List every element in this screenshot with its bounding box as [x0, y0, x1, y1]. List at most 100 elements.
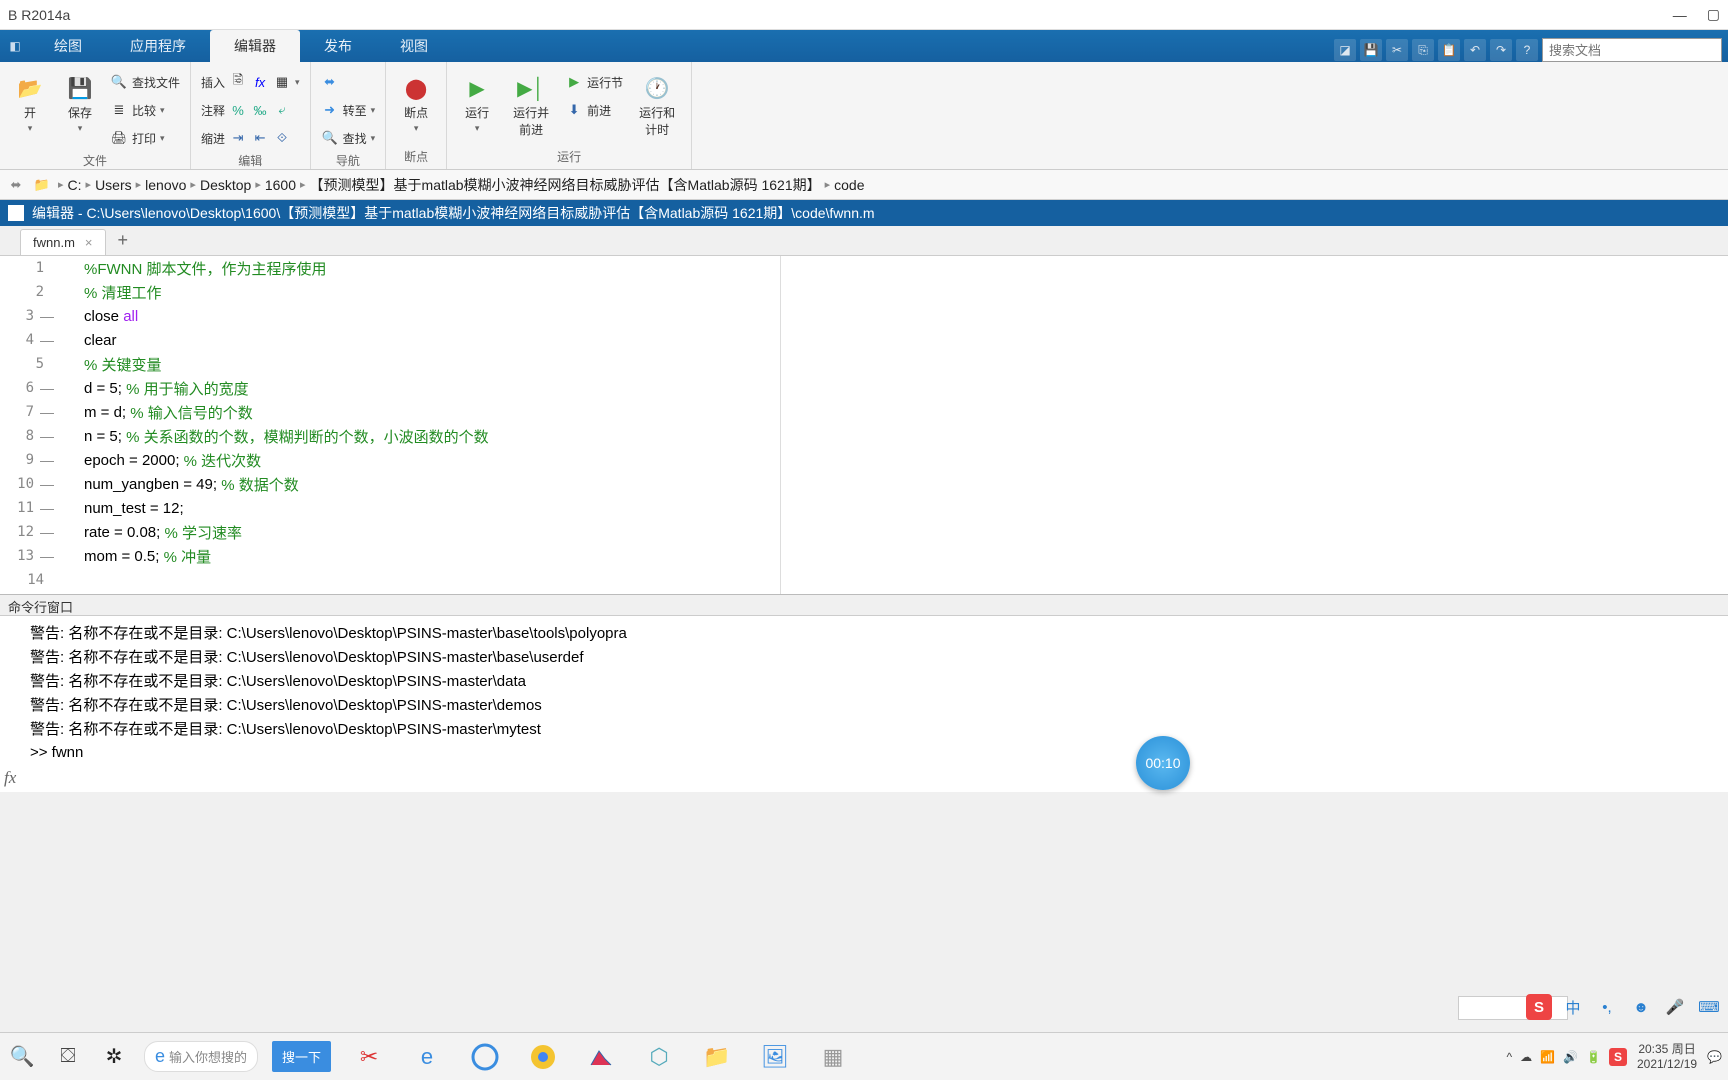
- code-line[interactable]: % 清理工作: [60, 280, 1728, 304]
- ime-voice-icon[interactable]: 🎤: [1662, 994, 1688, 1020]
- compare-button[interactable]: ≣比较▾: [108, 98, 182, 122]
- tray-wifi-icon[interactable]: 📶: [1540, 1050, 1555, 1064]
- start-icon[interactable]: 🔍: [6, 1041, 38, 1073]
- app-generic1[interactable]: ⬡: [641, 1039, 677, 1075]
- app-ie[interactable]: e: [409, 1039, 445, 1075]
- code-line[interactable]: %FWNN 脚本文件，作为主程序使用: [60, 256, 1728, 280]
- crumb[interactable]: Users: [95, 177, 132, 193]
- ime-emoji-icon[interactable]: ☻: [1628, 994, 1654, 1020]
- tab-plot[interactable]: 绘图: [30, 30, 106, 62]
- crumb[interactable]: code: [834, 177, 864, 193]
- code-line[interactable]: close all: [60, 304, 1728, 328]
- nav-arrow-button[interactable]: ⬌: [319, 70, 378, 94]
- code-line[interactable]: n = 5; % 关系函数的个数，模糊判断的个数，小波函数的个数: [60, 424, 1728, 448]
- indent-icon: ⇥: [229, 129, 247, 147]
- clock[interactable]: 20:35 周日 2021/12/19: [1637, 1042, 1697, 1071]
- code-body[interactable]: %FWNN 脚本文件，作为主程序使用% 清理工作close allclear% …: [60, 256, 1728, 594]
- folder-icon[interactable]: 📁: [32, 175, 52, 195]
- redo-icon[interactable]: ↷: [1490, 39, 1512, 61]
- run-section-button[interactable]: ▶运行节: [563, 70, 625, 94]
- crumb[interactable]: C:: [68, 177, 82, 193]
- app-generic2[interactable]: ▦: [815, 1039, 851, 1075]
- cut-icon[interactable]: ✂: [1386, 39, 1408, 61]
- code-line[interactable]: num_yangben = 49; % 数据个数: [60, 472, 1728, 496]
- crumb[interactable]: Desktop: [200, 177, 251, 193]
- tab-apps[interactable]: 应用程序: [106, 30, 210, 62]
- crumb[interactable]: lenovo: [145, 177, 186, 193]
- tab-publish[interactable]: 发布: [300, 30, 376, 62]
- run-time-button[interactable]: 🕐 运行和 计时: [631, 70, 683, 142]
- code-line[interactable]: mom = 0.5; % 冲量: [60, 544, 1728, 568]
- run-advance-button[interactable]: ▶│ 运行并 前进: [505, 70, 557, 142]
- editor-title-bar: 编辑器 - C:\Users\lenovo\Desktop\1600\【预测模型…: [0, 200, 1728, 226]
- app-explorer[interactable]: 📁: [699, 1039, 735, 1075]
- advance-button[interactable]: ⬇前进: [563, 98, 625, 122]
- crumb[interactable]: 1600: [265, 177, 296, 193]
- code-line[interactable]: % 关键变量: [60, 352, 1728, 376]
- breakpoints-button[interactable]: ⬤ 断点 ▾: [394, 70, 438, 138]
- code-line[interactable]: epoch = 2000; % 迭代次数: [60, 448, 1728, 472]
- back-arrow-icon[interactable]: ⬌: [6, 175, 26, 195]
- line-number: 7—: [0, 400, 60, 424]
- obs-icon[interactable]: ✲: [98, 1041, 130, 1073]
- insert-button[interactable]: 插入 🗟 fx ▦▾: [199, 70, 302, 94]
- tray-chevron-icon[interactable]: ^: [1506, 1050, 1512, 1064]
- cmd-line: 警告: 名称不存在或不是目录: C:\Users\lenovo\Desktop\…: [30, 716, 1724, 740]
- app-photos[interactable]: 🖼: [757, 1039, 793, 1075]
- code-line[interactable]: [60, 568, 1728, 592]
- tab-editor[interactable]: 编辑器: [210, 30, 300, 62]
- group-label: 文件: [8, 152, 182, 169]
- tray-battery-icon[interactable]: 🔋: [1586, 1050, 1601, 1064]
- close-tab-icon[interactable]: ×: [85, 235, 93, 250]
- paste-icon[interactable]: 📋: [1438, 39, 1460, 61]
- code-line[interactable]: m = d; % 输入信号的个数: [60, 400, 1728, 424]
- add-tab-button[interactable]: +: [108, 226, 139, 255]
- code-editor[interactable]: 1 2 3—4—5 6—7—8—9—10—11—12—13—14 %FWNN 脚…: [0, 256, 1728, 594]
- ime-keyboard-icon[interactable]: ⌨: [1696, 994, 1722, 1020]
- print-button[interactable]: 🖨打印▾: [108, 126, 182, 150]
- maximize-button[interactable]: ▢: [1707, 6, 1720, 23]
- comment-button[interactable]: 注释 % ‰ ⤶: [199, 98, 302, 122]
- taskbar-search[interactable]: e 输入你想搜的: [144, 1041, 258, 1072]
- undo-icon[interactable]: ↶: [1464, 39, 1486, 61]
- save-icon[interactable]: 💾: [1360, 39, 1382, 61]
- crumb[interactable]: 【预测模型】基于matlab模糊小波神经网络目标威胁评估【含Matlab源码 1…: [310, 175, 821, 195]
- code-line[interactable]: d = 5; % 用于输入的宽度: [60, 376, 1728, 400]
- qa-icon[interactable]: ◧: [6, 37, 24, 55]
- task-view-icon[interactable]: ⛋: [52, 1041, 84, 1073]
- notifications-icon[interactable]: 💬: [1707, 1050, 1722, 1064]
- command-window[interactable]: 警告: 名称不存在或不是目录: C:\Users\lenovo\Desktop\…: [0, 616, 1728, 792]
- search-go-button[interactable]: 搜一下: [272, 1041, 331, 1072]
- open-button[interactable]: 📂 开 ▾: [8, 70, 52, 138]
- minimize-button[interactable]: —: [1673, 7, 1687, 23]
- ime-toolbar: S 中 •, ☻ 🎤 ⌨: [1526, 992, 1722, 1022]
- ime-lang[interactable]: 中: [1560, 994, 1586, 1020]
- app-matlab[interactable]: [583, 1039, 619, 1075]
- app-snip[interactable]: ✂: [351, 1039, 387, 1075]
- run-button[interactable]: ▶ 运行 ▾: [455, 70, 499, 138]
- tray-volume-icon[interactable]: 🔊: [1563, 1050, 1578, 1064]
- goto-button[interactable]: ➜转至▾: [319, 98, 378, 122]
- line-number: 4—: [0, 328, 60, 352]
- app-edge[interactable]: [467, 1039, 503, 1075]
- find-files-button[interactable]: 🔍查找文件: [108, 70, 182, 94]
- tray-sogou-icon[interactable]: S: [1609, 1048, 1627, 1066]
- tool-icon[interactable]: ◪: [1334, 39, 1356, 61]
- help-icon[interactable]: ?: [1516, 39, 1538, 61]
- search-docs-input[interactable]: [1542, 38, 1722, 62]
- app-chrome[interactable]: [525, 1039, 561, 1075]
- find-button[interactable]: 🔍查找▾: [319, 126, 378, 150]
- indent-button[interactable]: 缩进 ⇥ ⇤ ⟐: [199, 126, 302, 150]
- line-number: 2: [0, 280, 60, 304]
- sogou-icon[interactable]: S: [1526, 994, 1552, 1020]
- tab-view[interactable]: 视图: [376, 30, 452, 62]
- file-tab-fwnn[interactable]: fwnn.m ×: [20, 229, 106, 255]
- copy-icon[interactable]: ⎘: [1412, 39, 1434, 61]
- tray-onedrive-icon[interactable]: ☁: [1520, 1050, 1532, 1064]
- code-line[interactable]: num_test = 12;: [60, 496, 1728, 520]
- code-line[interactable]: clear: [60, 328, 1728, 352]
- code-line[interactable]: rate = 0.08; % 学习速率: [60, 520, 1728, 544]
- quick-access: ◧: [0, 30, 30, 62]
- ime-punct-icon[interactable]: •,: [1594, 994, 1620, 1020]
- save-button[interactable]: 💾 保存 ▾: [58, 70, 102, 138]
